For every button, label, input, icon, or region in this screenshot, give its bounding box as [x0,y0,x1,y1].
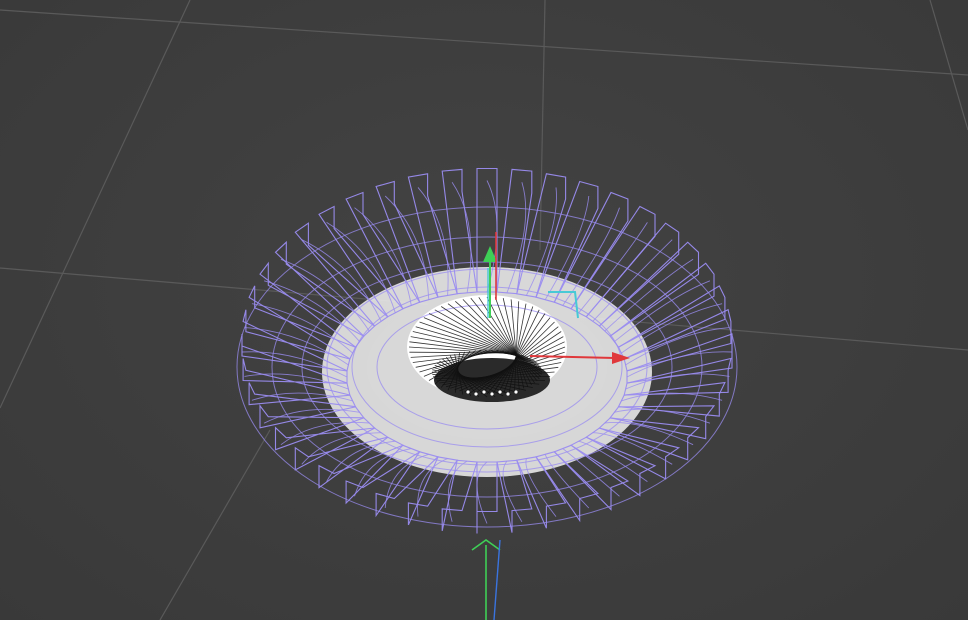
hole-dot [498,390,502,394]
scene-canvas[interactable] [0,0,968,620]
hole-dot [482,390,486,394]
grid-line [0,9,968,76]
world-axis-icon [471,539,501,620]
world-z-axis [493,539,501,620]
grid-line [929,0,968,131]
grid-line [539,0,546,251]
hole-dot [474,392,478,396]
grid-line [159,429,271,620]
hole-dot [466,390,470,394]
hole-dot [490,392,494,396]
3d-viewport[interactable] [0,0,968,620]
hole-dot [506,392,510,396]
hole-dot [514,390,518,394]
grid-line [0,0,191,409]
